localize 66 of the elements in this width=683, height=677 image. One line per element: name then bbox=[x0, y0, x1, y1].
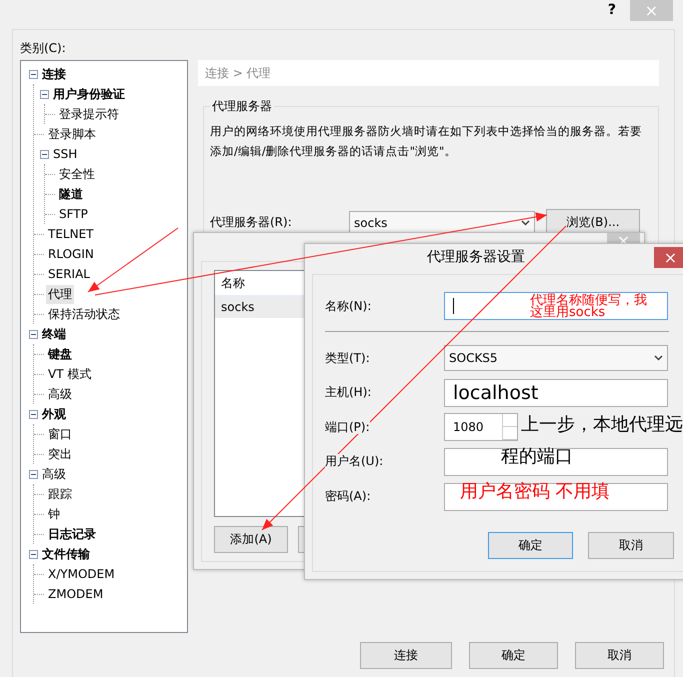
tree-item[interactable]: 高级 bbox=[46, 384, 74, 404]
input-field[interactable]: localhost bbox=[444, 378, 668, 406]
annotation-text: 用户名密码 不用填 bbox=[460, 483, 610, 502]
category-label: 类别(C): bbox=[20, 40, 67, 57]
dialog-button[interactable]: 确定 bbox=[469, 642, 558, 669]
port-spinner[interactable]: 1080 bbox=[444, 413, 518, 441]
add-button[interactable]: 添加(A) bbox=[214, 526, 288, 553]
tree-item[interactable]: 登录脚本 bbox=[46, 124, 98, 144]
chevron-down-icon bbox=[654, 355, 663, 361]
field-label: 密码(A): bbox=[325, 489, 371, 503]
field-label: 端口(P): bbox=[325, 420, 370, 434]
tree-item[interactable]: 登录提示符 bbox=[57, 104, 121, 124]
collapse-icon[interactable] bbox=[29, 410, 38, 418]
field-label: 名称(N): bbox=[325, 298, 372, 312]
breadcrumb: 连接 > 代理 bbox=[198, 60, 659, 86]
group-title: 代理服务器 bbox=[211, 98, 273, 115]
tree-item[interactable]: 终端 bbox=[40, 324, 68, 344]
tree-item[interactable]: 钟 bbox=[46, 504, 62, 524]
annotation-text: 程的端口 bbox=[501, 448, 573, 467]
tree-item[interactable]: RLOGIN bbox=[46, 246, 96, 262]
collapse-icon[interactable] bbox=[29, 550, 38, 558]
tree-item[interactable]: SERIAL bbox=[46, 266, 92, 282]
collapse-icon[interactable] bbox=[29, 470, 38, 478]
dialog-button[interactable]: 确定 bbox=[488, 532, 573, 559]
annotation-text: 代理名称随便写，我这里用socks bbox=[530, 295, 648, 319]
tree-item[interactable]: 隧道 bbox=[57, 184, 85, 204]
field-label: 主机(H): bbox=[325, 385, 372, 399]
tree-item[interactable]: TELNET bbox=[46, 226, 96, 242]
tree-item[interactable]: 突出 bbox=[46, 444, 74, 464]
type-dropdown[interactable]: SOCKS5 bbox=[444, 345, 668, 371]
tree-item[interactable]: VT 模式 bbox=[46, 364, 94, 384]
field-label: 类型(T): bbox=[325, 350, 370, 364]
collapse-icon[interactable] bbox=[40, 90, 49, 98]
collapse-icon[interactable] bbox=[40, 150, 49, 158]
dialog-title: 代理服务器设置 bbox=[426, 248, 526, 266]
chevron-down-icon bbox=[521, 220, 530, 226]
tree-item[interactable]: 键盘 bbox=[46, 344, 74, 364]
annotation-text: 上一步，本地代理远 bbox=[521, 416, 683, 435]
tree-item[interactable]: 高级 bbox=[40, 464, 68, 484]
tree-item[interactable]: SSH bbox=[51, 146, 80, 162]
tree-item[interactable]: 外观 bbox=[40, 404, 68, 424]
tree-item[interactable]: 安全性 bbox=[57, 164, 97, 184]
input-field[interactable] bbox=[444, 482, 668, 510]
help-button[interactable]: ? bbox=[608, 2, 616, 18]
dialog-button[interactable]: 取消 bbox=[575, 642, 664, 669]
input-field[interactable] bbox=[444, 292, 668, 320]
collapse-icon[interactable] bbox=[29, 330, 38, 338]
tree-item[interactable]: SFTP bbox=[57, 206, 90, 222]
tree-item[interactable]: 代理 bbox=[46, 284, 74, 304]
tree-item[interactable]: 用户身份验证 bbox=[51, 84, 127, 104]
close-button[interactable]: × bbox=[654, 246, 683, 268]
tree-item[interactable]: 日志记录 bbox=[46, 524, 98, 544]
description-text: 用户的网络环境使用代理服务器防火墙时请在如下列表中选择恰当的服务器。若要添加/编辑/删除代理服务器的话请点击"浏览"。 bbox=[210, 123, 643, 160]
dialog-button[interactable]: 连接 bbox=[360, 642, 452, 669]
tree-item[interactable]: 连接 bbox=[40, 64, 68, 84]
dialog-button[interactable]: 取消 bbox=[588, 532, 674, 559]
field-label: 用户名(U): bbox=[325, 454, 384, 468]
input-field[interactable] bbox=[444, 448, 668, 476]
tree-item[interactable]: 保持活动状态 bbox=[46, 304, 122, 324]
tree-item[interactable]: X/YMODEM bbox=[46, 566, 117, 582]
tree-item[interactable]: 窗口 bbox=[46, 424, 74, 444]
tree-item[interactable]: 跟踪 bbox=[46, 484, 74, 504]
field-label: 代理服务器(R): bbox=[210, 214, 293, 231]
collapse-icon[interactable] bbox=[29, 70, 38, 78]
tree-item[interactable]: 文件传输 bbox=[40, 544, 92, 564]
tree-item[interactable]: ZMODEM bbox=[46, 586, 106, 602]
